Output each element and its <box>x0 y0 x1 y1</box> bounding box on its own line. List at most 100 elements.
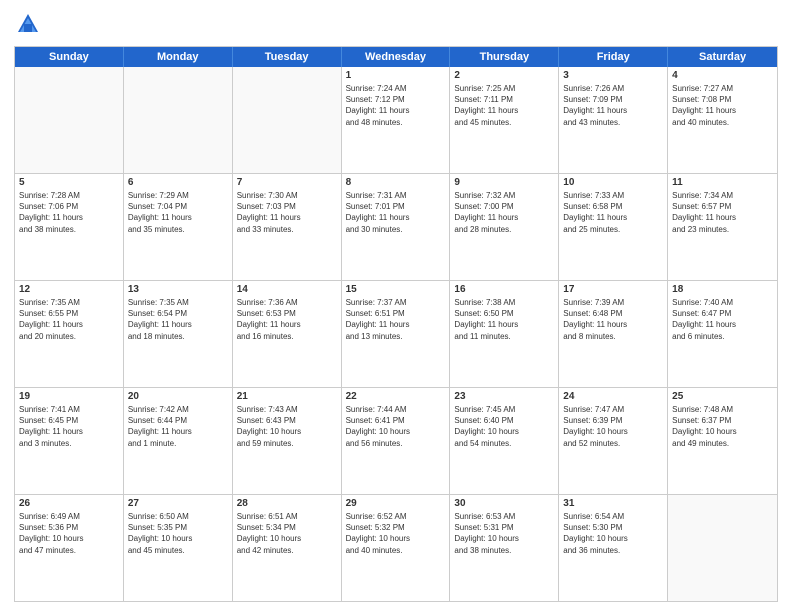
calendar-cell-empty-0-0 <box>15 67 124 173</box>
day-number: 1 <box>346 70 446 81</box>
day-number: 14 <box>237 284 337 295</box>
day-number: 13 <box>128 284 228 295</box>
day-number: 16 <box>454 284 554 295</box>
calendar-cell-3: 3 Sunrise: 7:26 AM Sunset: 7:09 PM Daylig… <box>559 67 668 173</box>
calendar-cell-4: 4Sunrise: 7:27 AM Sunset: 7:08 PM Daylig… <box>668 67 777 173</box>
day-number: 6 <box>128 177 228 188</box>
day-number: 15 <box>346 284 446 295</box>
calendar-cell-11: 11 Sunrise: 7:34 AM Sunset: 6:57 PM Dayli… <box>668 174 777 280</box>
day-number: 28 <box>237 498 337 509</box>
calendar-cell-8: 8 Sunrise: 7:31 AM Sunset: 7:01 PM Daylig… <box>342 174 451 280</box>
calendar-cell-empty-0-1 <box>124 67 233 173</box>
day-number: 3 <box>563 70 663 81</box>
day-header-monday: Monday <box>124 47 233 67</box>
cell-info-text: Sunrise: 7:31 AM Sunset: 7:01 PM Dayligh… <box>346 190 446 235</box>
calendar-cell-26: 26 Sunrise: 6:49 AM Sunset: 5:36 PM Dayli… <box>15 495 124 601</box>
calendar-cell-10: 10Sunrise: 7:33 AM Sunset: 6:58 PM Dayli… <box>559 174 668 280</box>
calendar-cell-17: 17 Sunrise: 7:39 AM Sunset: 6:48 PM Dayli… <box>559 281 668 387</box>
cell-info-text: Sunrise: 7:48 AM Sunset: 6:37 PM Dayligh… <box>672 404 773 449</box>
calendar-cell-13: 13 Sunrise: 7:35 AM Sunset: 6:54 PM Dayli… <box>124 281 233 387</box>
calendar-cell-19: 19 Sunrise: 7:41 AM Sunset: 6:45 PM Dayli… <box>15 388 124 494</box>
calendar-cell-28: 28 Sunrise: 6:51 AM Sunset: 5:34 PM Dayli… <box>233 495 342 601</box>
cell-info-text: Sunrise: 6:54 AM Sunset: 5:30 PM Dayligh… <box>563 511 663 556</box>
cell-info-text: Sunrise: 7:28 AM Sunset: 7:06 PM Dayligh… <box>19 190 119 235</box>
cell-info-text: Sunrise: 7:39 AM Sunset: 6:48 PM Dayligh… <box>563 297 663 342</box>
day-number: 26 <box>19 498 119 509</box>
calendar-row-1: 5 Sunrise: 7:28 AM Sunset: 7:06 PM Daylig… <box>15 174 777 281</box>
day-number: 22 <box>346 391 446 402</box>
cell-info-text: Sunrise: 7:27 AM Sunset: 7:08 PM Dayligh… <box>672 83 773 128</box>
logo-icon <box>14 10 42 38</box>
day-number: 29 <box>346 498 446 509</box>
calendar-cell-14: 14 Sunrise: 7:36 AM Sunset: 6:53 PM Dayli… <box>233 281 342 387</box>
calendar-header: SundayMondayTuesdayWednesdayThursdayFrid… <box>15 47 777 67</box>
cell-info-text: Sunrise: 7:45 AM Sunset: 6:40 PM Dayligh… <box>454 404 554 449</box>
calendar-cell-16: 16 Sunrise: 7:38 AM Sunset: 6:50 PM Dayli… <box>450 281 559 387</box>
cell-info-text: Sunrise: 7:35 AM Sunset: 6:55 PM Dayligh… <box>19 297 119 342</box>
cell-info-text: Sunrise: 7:43 AM Sunset: 6:43 PM Dayligh… <box>237 404 337 449</box>
calendar-cell-18: 18Sunrise: 7:40 AM Sunset: 6:47 PM Dayli… <box>668 281 777 387</box>
calendar-cell-22: 22 Sunrise: 7:44 AM Sunset: 6:41 PM Dayli… <box>342 388 451 494</box>
cell-info-text: Sunrise: 6:49 AM Sunset: 5:36 PM Dayligh… <box>19 511 119 556</box>
day-number: 21 <box>237 391 337 402</box>
cell-info-text: Sunrise: 7:33 AM Sunset: 6:58 PM Dayligh… <box>563 190 663 235</box>
day-number: 25 <box>672 391 773 402</box>
day-number: 7 <box>237 177 337 188</box>
cell-info-text: Sunrise: 7:42 AM Sunset: 6:44 PM Dayligh… <box>128 404 228 449</box>
cell-info-text: Sunrise: 7:41 AM Sunset: 6:45 PM Dayligh… <box>19 404 119 449</box>
cell-info-text: Sunrise: 7:26 AM Sunset: 7:09 PM Dayligh… <box>563 83 663 128</box>
cell-info-text: Sunrise: 6:52 AM Sunset: 5:32 PM Dayligh… <box>346 511 446 556</box>
cell-info-text: Sunrise: 7:24 AM Sunset: 7:12 PM Dayligh… <box>346 83 446 128</box>
calendar-cell-12: 12Sunrise: 7:35 AM Sunset: 6:55 PM Dayli… <box>15 281 124 387</box>
day-number: 5 <box>19 177 119 188</box>
calendar-cell-6: 6 Sunrise: 7:29 AM Sunset: 7:04 PM Daylig… <box>124 174 233 280</box>
cell-info-text: Sunrise: 7:38 AM Sunset: 6:50 PM Dayligh… <box>454 297 554 342</box>
day-number: 20 <box>128 391 228 402</box>
cell-info-text: Sunrise: 7:25 AM Sunset: 7:11 PM Dayligh… <box>454 83 554 128</box>
cell-info-text: Sunrise: 7:37 AM Sunset: 6:51 PM Dayligh… <box>346 297 446 342</box>
day-number: 2 <box>454 70 554 81</box>
page: SundayMondayTuesdayWednesdayThursdayFrid… <box>0 0 792 612</box>
day-number: 19 <box>19 391 119 402</box>
calendar-cell-empty-4-6 <box>668 495 777 601</box>
day-number: 8 <box>346 177 446 188</box>
calendar-cell-24: 24 Sunrise: 7:47 AM Sunset: 6:39 PM Dayli… <box>559 388 668 494</box>
cell-info-text: Sunrise: 7:35 AM Sunset: 6:54 PM Dayligh… <box>128 297 228 342</box>
day-header-sunday: Sunday <box>15 47 124 67</box>
cell-info-text: Sunrise: 6:51 AM Sunset: 5:34 PM Dayligh… <box>237 511 337 556</box>
day-number: 27 <box>128 498 228 509</box>
calendar-row-3: 19 Sunrise: 7:41 AM Sunset: 6:45 PM Dayli… <box>15 388 777 495</box>
calendar-cell-25: 25 Sunrise: 7:48 AM Sunset: 6:37 PM Dayli… <box>668 388 777 494</box>
cell-info-text: Sunrise: 7:47 AM Sunset: 6:39 PM Dayligh… <box>563 404 663 449</box>
day-header-friday: Friday <box>559 47 668 67</box>
day-number: 31 <box>563 498 663 509</box>
calendar-cell-29: 29 Sunrise: 6:52 AM Sunset: 5:32 PM Dayli… <box>342 495 451 601</box>
calendar-row-0: 1 Sunrise: 7:24 AM Sunset: 7:12 PM Daylig… <box>15 67 777 174</box>
day-number: 17 <box>563 284 663 295</box>
day-header-wednesday: Wednesday <box>342 47 451 67</box>
calendar-cell-31: 31 Sunrise: 6:54 AM Sunset: 5:30 PM Dayli… <box>559 495 668 601</box>
day-number: 9 <box>454 177 554 188</box>
cell-info-text: Sunrise: 7:32 AM Sunset: 7:00 PM Dayligh… <box>454 190 554 235</box>
calendar-cell-2: 2 Sunrise: 7:25 AM Sunset: 7:11 PM Daylig… <box>450 67 559 173</box>
calendar-cell-21: 21 Sunrise: 7:43 AM Sunset: 6:43 PM Dayli… <box>233 388 342 494</box>
header <box>14 10 778 38</box>
calendar: SundayMondayTuesdayWednesdayThursdayFrid… <box>14 46 778 602</box>
cell-info-text: Sunrise: 6:53 AM Sunset: 5:31 PM Dayligh… <box>454 511 554 556</box>
cell-info-text: Sunrise: 7:29 AM Sunset: 7:04 PM Dayligh… <box>128 190 228 235</box>
cell-info-text: Sunrise: 7:34 AM Sunset: 6:57 PM Dayligh… <box>672 190 773 235</box>
calendar-row-4: 26 Sunrise: 6:49 AM Sunset: 5:36 PM Dayli… <box>15 495 777 601</box>
cell-info-text: Sunrise: 6:50 AM Sunset: 5:35 PM Dayligh… <box>128 511 228 556</box>
calendar-cell-27: 27 Sunrise: 6:50 AM Sunset: 5:35 PM Dayli… <box>124 495 233 601</box>
calendar-body: 1 Sunrise: 7:24 AM Sunset: 7:12 PM Daylig… <box>15 67 777 601</box>
calendar-cell-23: 23Sunrise: 7:45 AM Sunset: 6:40 PM Dayli… <box>450 388 559 494</box>
calendar-cell-20: 20 Sunrise: 7:42 AM Sunset: 6:44 PM Dayli… <box>124 388 233 494</box>
cell-info-text: Sunrise: 7:30 AM Sunset: 7:03 PM Dayligh… <box>237 190 337 235</box>
day-number: 18 <box>672 284 773 295</box>
cell-info-text: Sunrise: 7:44 AM Sunset: 6:41 PM Dayligh… <box>346 404 446 449</box>
calendar-cell-5: 5 Sunrise: 7:28 AM Sunset: 7:06 PM Daylig… <box>15 174 124 280</box>
cell-info-text: Sunrise: 7:36 AM Sunset: 6:53 PM Dayligh… <box>237 297 337 342</box>
day-number: 11 <box>672 177 773 188</box>
day-number: 24 <box>563 391 663 402</box>
day-number: 30 <box>454 498 554 509</box>
